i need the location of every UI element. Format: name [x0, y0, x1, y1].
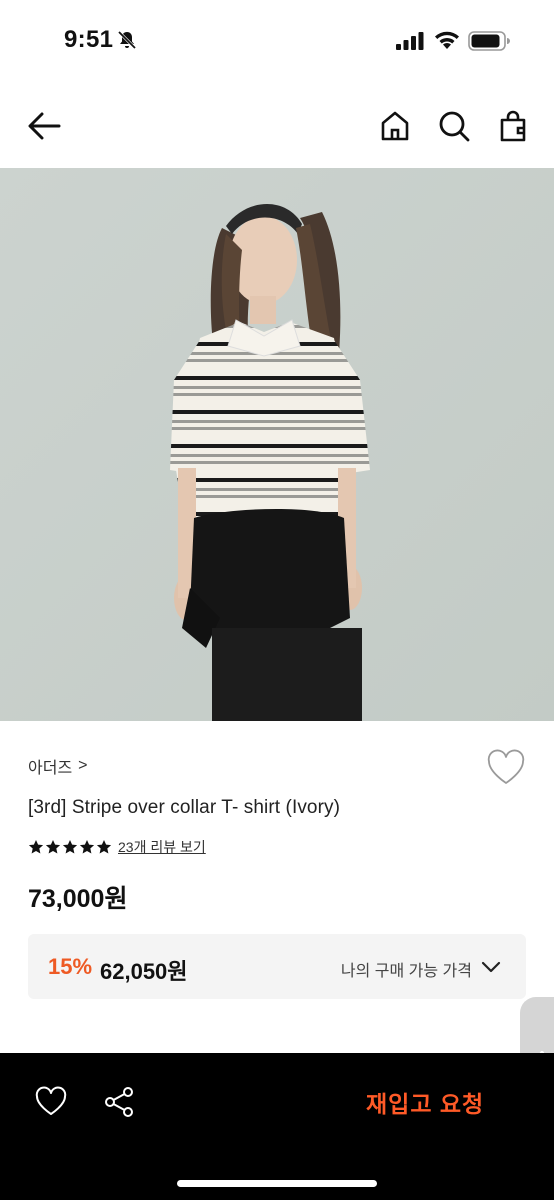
- star-rating: [28, 839, 112, 855]
- brand-link[interactable]: 아더즈 >: [28, 754, 88, 778]
- home-indicator: [177, 1180, 377, 1187]
- shopping-bag-icon[interactable]: [495, 108, 531, 144]
- review-link[interactable]: 23개 리뷰 보기: [118, 837, 206, 857]
- discount-price: 62,050원: [100, 959, 188, 984]
- heart-icon[interactable]: [34, 1086, 68, 1118]
- status-bar: 9:51: [0, 0, 554, 84]
- status-time: 9:51: [64, 26, 114, 53]
- nav-bar: [0, 84, 554, 168]
- photo-icon: [0, 168, 554, 721]
- my-price-label[interactable]: 나의 구매 가능 가격: [341, 957, 472, 981]
- star-icon: [62, 840, 78, 854]
- product-title: [3rd] Stripe over collar T- shirt (Ivory…: [28, 797, 341, 818]
- brand-name: 아더즈: [28, 760, 73, 777]
- price-original: 73,000원: [28, 885, 128, 913]
- rating-row: 23개 리뷰 보기: [28, 836, 206, 858]
- star-icon: [79, 840, 95, 854]
- star-icon: [28, 840, 44, 854]
- home-icon[interactable]: [377, 108, 413, 144]
- product-image[interactable]: [0, 168, 554, 721]
- restock-request-button[interactable]: 재입고 요청: [366, 1085, 484, 1119]
- discount-rate: 15%: [48, 954, 93, 979]
- heart-icon[interactable]: [486, 749, 526, 787]
- discount-price-box[interactable]: 15% 62,050원 나의 구매 가능 가격: [28, 934, 526, 999]
- chevron-down-icon[interactable]: [480, 958, 502, 976]
- search-icon[interactable]: [436, 108, 472, 144]
- battery-icon: [468, 31, 510, 51]
- bottom-action-bar: 재입고 요청: [0, 1053, 554, 1200]
- wifi-icon: [435, 31, 459, 49]
- share-icon[interactable]: [102, 1085, 136, 1119]
- star-icon: [45, 840, 61, 854]
- bell-slash-icon: [117, 30, 137, 50]
- chevron-right-icon: >: [78, 757, 88, 774]
- back-arrow-icon[interactable]: [26, 108, 62, 144]
- signal-icon: [396, 32, 424, 50]
- star-icon: [96, 840, 112, 854]
